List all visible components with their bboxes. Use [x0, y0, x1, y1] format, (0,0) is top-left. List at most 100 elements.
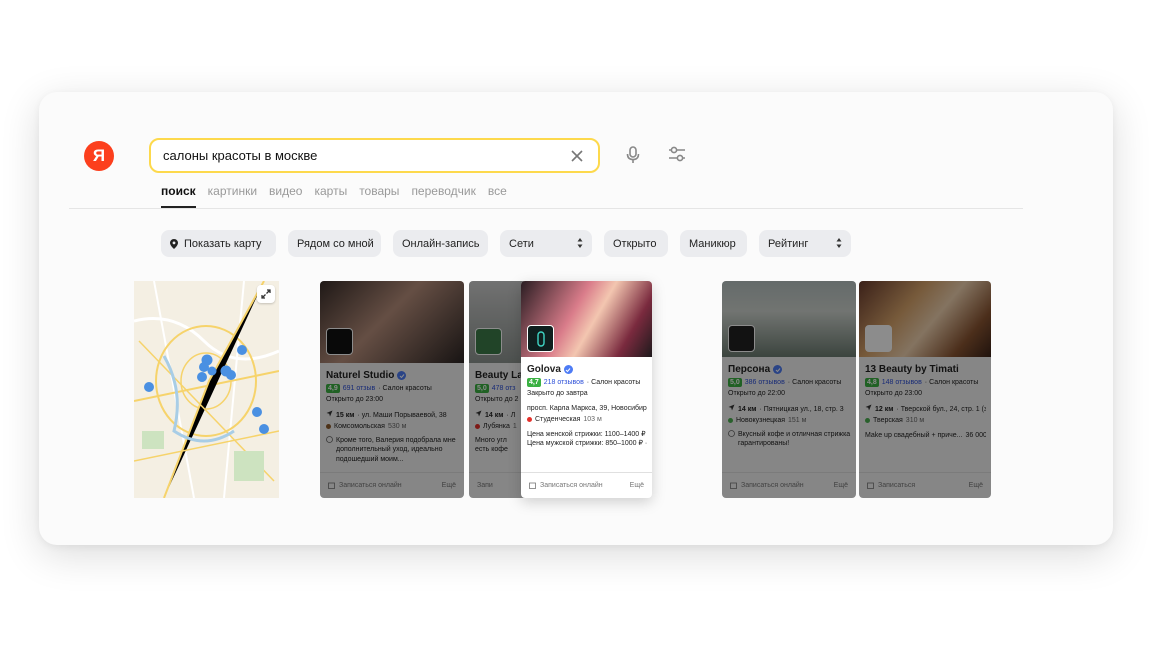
rating-badge: 5,0 [475, 384, 489, 394]
navigation-icon [865, 404, 872, 414]
metro-icon [865, 418, 870, 424]
book-online-button[interactable]: Запи [477, 482, 493, 489]
business-card[interactable]: Персона 5,0 386 отзывов · Салон красоты От… [722, 281, 856, 498]
book-online-button[interactable]: Записаться онлайн [328, 482, 402, 489]
open-chip[interactable]: Открыто [604, 230, 668, 257]
navigation-icon [475, 410, 482, 420]
microphone-icon[interactable] [626, 146, 640, 169]
tab-products[interactable]: товары [359, 184, 399, 198]
tab-search[interactable]: поиск [161, 184, 196, 208]
manicure-chip[interactable]: Маникюр [680, 230, 747, 257]
rating-chip[interactable]: Рейтинг [759, 230, 851, 257]
nearby-chip[interactable]: Рядом со мной [288, 230, 381, 257]
chains-chip[interactable]: Сети [500, 230, 592, 257]
reviews-link[interactable]: 386 отзывов [745, 378, 785, 387]
navigation-icon [326, 410, 333, 420]
business-name[interactable]: Beauty La [475, 369, 523, 382]
book-label: Запи [477, 482, 493, 489]
metro-station: Новокузнецкая [736, 417, 785, 425]
price-men: Цена мужской стрижки: 850–1000 ₽ ·... [527, 440, 647, 448]
book-online-button[interactable]: Записаться онлайн [529, 482, 603, 489]
business-card-active[interactable]: Golova 4,7 218 отзывов · Салон красоты Зак… [521, 281, 652, 498]
chains-label: Сети [509, 237, 534, 250]
hours: Открыто до 23:00 [865, 390, 923, 398]
review-icon [728, 430, 735, 440]
service-name: Make up свадебный + приче... [865, 432, 963, 440]
search-tabs: поиск картинки видео карты товары перево… [161, 184, 507, 208]
calendar-icon [529, 482, 536, 489]
divider [69, 208, 1023, 209]
book-label: Записаться [878, 482, 916, 489]
address: · ул. Маши Порываевой, 38 [357, 411, 447, 419]
review-snippet: Кроме того, Валерия подобрала мне дополн… [336, 437, 456, 463]
calendar-icon [328, 482, 335, 489]
hours: Открыто до 23:00 [326, 396, 384, 404]
business-name[interactable]: Персона [728, 363, 770, 376]
distance: 15 км [336, 411, 355, 419]
navigation-icon [728, 404, 735, 414]
business-logo [865, 325, 892, 352]
business-logo [728, 325, 755, 352]
price-women: Цена женской стрижки: 1100–1400 ₽ · [527, 431, 647, 439]
online-booking-chip[interactable]: Онлайн-запись [393, 230, 488, 257]
metro-icon [728, 418, 733, 424]
business-name[interactable]: Golova [527, 363, 561, 376]
category: · Салон красоты [787, 379, 842, 386]
book-online-button[interactable]: Записаться [867, 482, 915, 489]
metro-icon [527, 417, 532, 423]
tab-video[interactable]: видео [269, 184, 302, 198]
distance: 12 км [875, 405, 894, 413]
business-name[interactable]: Naturel Studio [326, 369, 394, 382]
expand-icon[interactable] [257, 285, 275, 303]
search-box[interactable] [149, 138, 600, 173]
more-button[interactable]: Ещё [834, 482, 848, 489]
metro-distance: 1 [512, 423, 517, 431]
more-button[interactable]: Ещё [969, 482, 983, 489]
business-card[interactable]: 13 Beauty by Timati 4,8 148 отзывов · Сало… [859, 281, 991, 498]
business-name[interactable]: 13 Beauty by Timati [865, 363, 959, 376]
verified-icon [563, 365, 573, 374]
reviews-link[interactable]: 218 отзывов [544, 378, 584, 387]
distance: 14 км [485, 411, 504, 419]
map-graphic [134, 281, 279, 498]
business-card[interactable]: Naturel Studio 4,9 691 отзыв · Салон красо… [320, 281, 464, 498]
review-snippet: Много угл есть кофе [475, 437, 508, 454]
reviews-link[interactable]: 148 отзывов [882, 378, 922, 387]
business-logo [527, 325, 554, 352]
metro-station: Студенческая [535, 416, 581, 424]
verified-icon [773, 365, 783, 374]
tab-translator[interactable]: переводчик [411, 184, 475, 198]
metro-station: Лубянка [483, 423, 510, 431]
metro-station: Комсомольская [334, 423, 385, 431]
book-label: Записаться онлайн [540, 482, 603, 489]
browser-frame: Я поиск картинки видео карты товары пере… [39, 92, 1113, 545]
address: · Л [506, 411, 516, 419]
metro-distance: 103 м [583, 416, 602, 424]
sort-arrows-icon [836, 237, 842, 249]
show-map-chip[interactable]: Показать карту [161, 230, 276, 257]
search-input[interactable] [163, 148, 568, 163]
metro-icon [475, 424, 480, 430]
rating-badge: 4,9 [326, 384, 340, 394]
clear-icon[interactable] [568, 147, 586, 165]
book-label: Записаться онлайн [339, 482, 402, 489]
reviews-link[interactable]: 478 отз [492, 384, 516, 393]
search-settings-icon[interactable] [668, 146, 686, 167]
hours: Открыто до 22:00 [728, 390, 786, 398]
more-button[interactable]: Ещё [630, 482, 644, 489]
rating-badge: 4,8 [865, 378, 879, 388]
map-preview[interactable] [134, 281, 279, 498]
more-button[interactable]: Ещё [442, 482, 456, 489]
metro-icon [326, 424, 331, 430]
sort-arrows-icon [577, 237, 583, 249]
address: просп. Карла Маркса, 39, Новосибир... [527, 405, 647, 413]
tab-images[interactable]: картинки [208, 184, 257, 198]
metro-distance: 151 м [788, 417, 807, 425]
tab-all[interactable]: все [488, 184, 507, 198]
tab-maps[interactable]: карты [314, 184, 347, 198]
book-online-button[interactable]: Записаться онлайн [730, 482, 804, 489]
yandex-logo[interactable]: Я [84, 141, 114, 171]
rating-badge: 5,0 [728, 378, 742, 388]
reviews-link[interactable]: 691 отзыв [343, 384, 376, 393]
calendar-icon [867, 482, 874, 489]
